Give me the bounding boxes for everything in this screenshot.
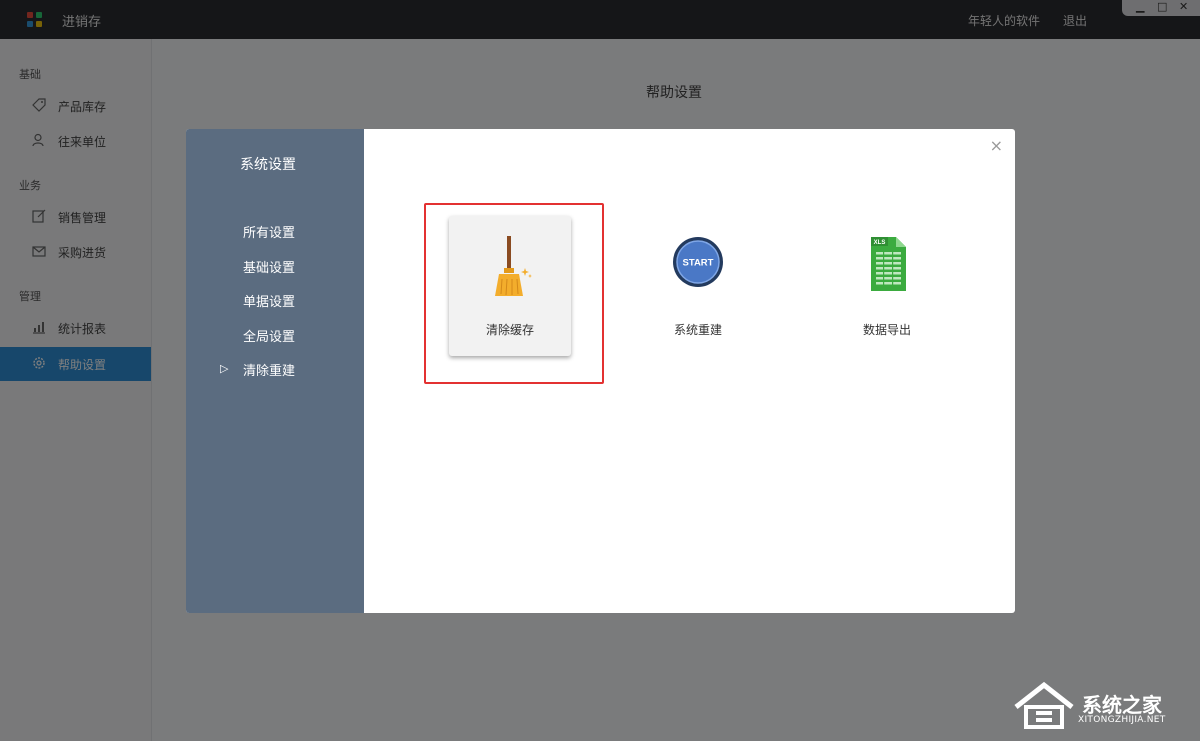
- card-label: 数据导出: [826, 321, 948, 338]
- dialog-menu-all-settings[interactable]: 所有设置: [243, 222, 295, 241]
- house-logo-icon: [1012, 681, 1076, 731]
- dialog-sidebar: 系统设置 所有设置 基础设置 单据设置 全局设置 ▷ 清除重建: [186, 129, 364, 613]
- card-label: 系统重建: [637, 321, 759, 338]
- system-rebuild-card[interactable]: START 系统重建: [637, 216, 759, 356]
- highlight-box: [424, 203, 604, 384]
- dialog-menu-basic-settings[interactable]: 基础设置: [243, 257, 295, 276]
- data-export-card[interactable]: XLS 数据导出: [826, 216, 948, 356]
- dialog-close-button[interactable]: ×: [990, 136, 1003, 155]
- active-menu-arrow-icon: ▷: [220, 362, 228, 375]
- watermark-subtext: XITONGZHIJIA.NET: [1078, 715, 1166, 725]
- watermark-text: 系统之家: [1082, 689, 1162, 718]
- watermark: 系统之家 XITONGZHIJIA.NET: [1012, 679, 1192, 735]
- dialog-menu-document-settings[interactable]: 单据设置: [243, 291, 295, 310]
- start-label: START: [683, 258, 714, 269]
- dialog-title: 系统设置: [240, 154, 296, 174]
- xls-file-icon: XLS: [862, 234, 912, 300]
- start-button-icon: START: [673, 234, 723, 300]
- dialog-menu-global-settings[interactable]: 全局设置: [243, 326, 295, 345]
- xls-label: XLS: [874, 240, 886, 246]
- dialog-menu-clear-rebuild[interactable]: 清除重建: [243, 360, 295, 379]
